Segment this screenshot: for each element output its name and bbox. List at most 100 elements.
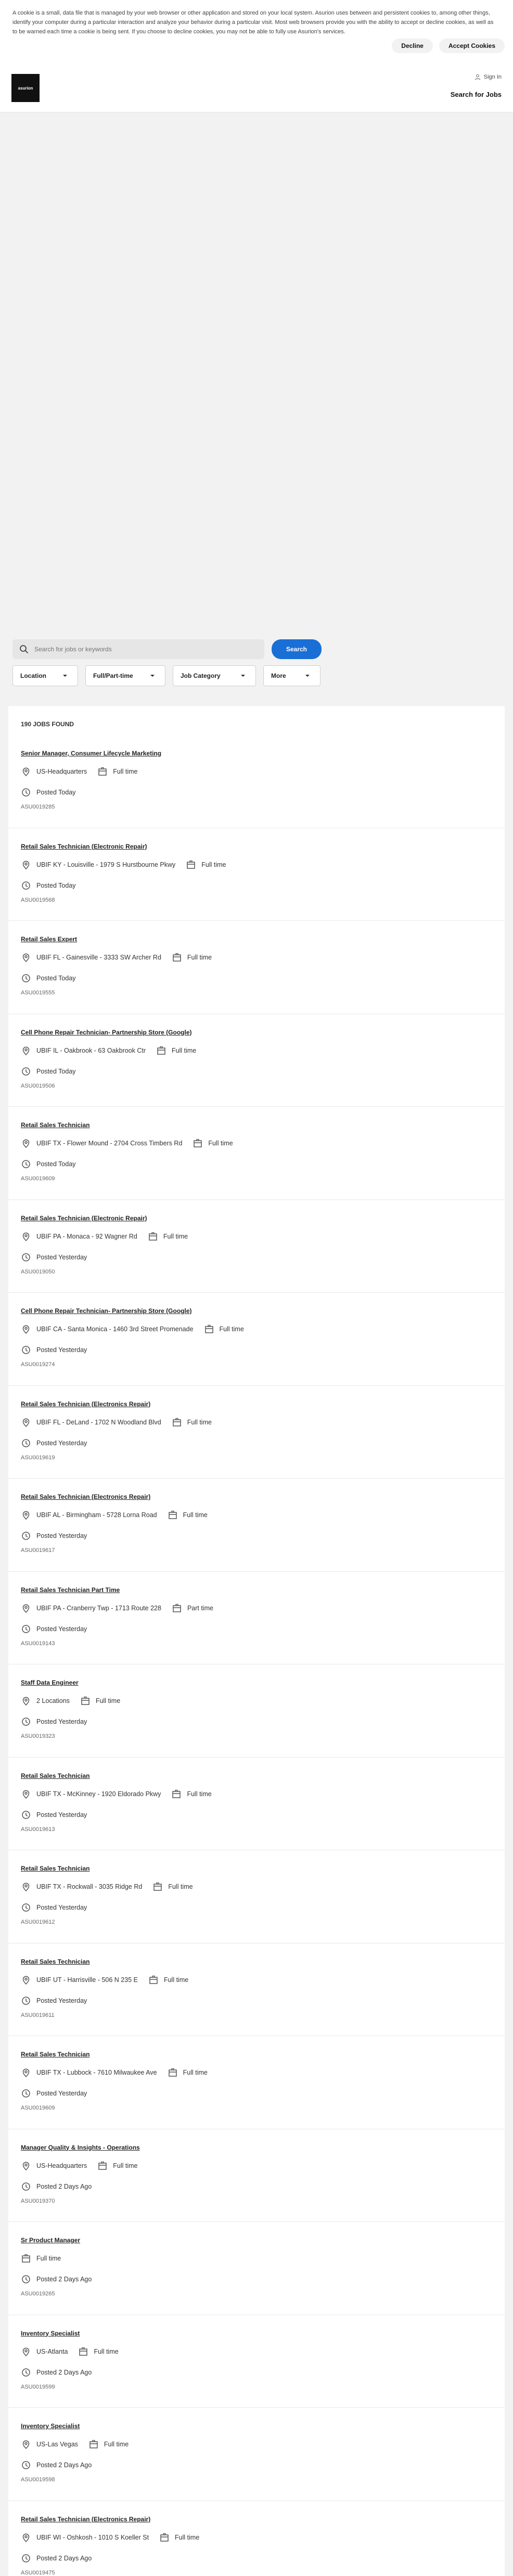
job-posted-text: Posted Yesterday xyxy=(36,1346,87,1354)
job-type-text: Full time xyxy=(36,2255,61,2262)
job-title-link[interactable]: Manager Quality & Insights - Operations xyxy=(21,2144,492,2155)
job-meta: UBIF IL - Oakbrook - 63 Oakbrook Ctr Ful… xyxy=(21,1040,492,1061)
job-location: UBIF AL - Birmingham - 5728 Lorna Road xyxy=(21,1510,157,1520)
job-id: ASU0019598 xyxy=(21,2477,55,2483)
building-icon xyxy=(152,1882,163,1892)
job-title-link[interactable]: Retail Sales Technician (Electronic Repa… xyxy=(21,843,492,854)
chevron-down-icon xyxy=(302,671,313,681)
job-id: ASU0019274 xyxy=(21,1361,55,1368)
cookie-banner: A cookie is a small, data file that is m… xyxy=(0,0,513,58)
chevron-down-icon xyxy=(147,671,158,681)
job-title-link[interactable]: Retail Sales Technician (Electronics Rep… xyxy=(21,1400,492,1412)
search-input[interactable] xyxy=(34,646,253,653)
search-box[interactable] xyxy=(12,639,264,659)
job-posted-group: Posted Yesterday xyxy=(21,1531,87,1541)
building-icon xyxy=(159,2532,170,2543)
job-title-link[interactable]: Staff Data Engineer xyxy=(21,1679,492,1690)
filter-job-category[interactable]: Job Category xyxy=(173,665,256,686)
job-card: Cell Phone Repair Technician- Partnershi… xyxy=(8,1293,505,1386)
job-type: Full time xyxy=(172,952,212,963)
job-posted-group: Posted 2 Days Ago xyxy=(21,2274,92,2284)
filter-more[interactable]: More xyxy=(263,665,320,686)
location-pin-icon xyxy=(21,1417,31,1428)
building-icon xyxy=(148,1231,158,1242)
job-card: Retail Sales Technician Part Time UBIF P… xyxy=(8,1572,505,1664)
job-title-link[interactable]: Sr Product Manager xyxy=(21,2237,492,2248)
building-icon xyxy=(171,1789,182,1799)
job-title-link[interactable]: Retail Sales Technician xyxy=(21,1865,492,1876)
job-posted-group: Posted Yesterday xyxy=(21,1810,87,1820)
cookie-buttons: Decline Accept Cookies xyxy=(392,39,505,53)
job-type-text: Full time xyxy=(187,954,212,961)
clock-icon xyxy=(21,1902,31,1913)
job-title-link[interactable]: Retail Sales Technician Part Time xyxy=(21,1586,492,1598)
job-title-link[interactable]: Retail Sales Technician (Electronics Rep… xyxy=(21,1493,492,1505)
job-title-link[interactable]: Inventory Specialist xyxy=(21,2422,492,2434)
hero-banner xyxy=(0,112,513,633)
job-location: UBIF FL - Gainesville - 3333 SW Archer R… xyxy=(21,952,161,963)
site-header: asurion Sign In Search for Jobs xyxy=(0,58,513,112)
building-icon xyxy=(97,2161,108,2171)
decline-cookies-button[interactable]: Decline xyxy=(392,39,433,53)
filter-location[interactable]: Location xyxy=(12,665,78,686)
job-location: UBIF KY - Louisville - 1979 S Hurstbourn… xyxy=(21,860,175,870)
job-posted-text: Posted Yesterday xyxy=(36,1718,87,1725)
job-title-link[interactable]: Cell Phone Repair Technician- Partnershi… xyxy=(21,1029,492,1040)
search-button[interactable]: Search xyxy=(272,639,322,659)
job-title-link[interactable]: Retail Sales Technician xyxy=(21,1958,492,1969)
job-type: Full time xyxy=(168,1510,208,1520)
job-id: ASU0019613 xyxy=(21,1826,55,1833)
job-type-text: Full time xyxy=(94,2347,119,2355)
job-posted-group: Posted Today xyxy=(21,880,76,891)
clock-icon xyxy=(21,1252,31,1262)
building-icon xyxy=(168,2067,178,2078)
job-type: Full time xyxy=(21,2253,61,2264)
job-posted: Posted Yesterday xyxy=(21,2083,492,2104)
job-posted-group: Posted Today xyxy=(21,1159,76,1169)
location-pin-icon xyxy=(21,1231,31,1242)
job-posted-text: Posted Today xyxy=(36,881,76,889)
job-title-link[interactable]: Retail Sales Technician (Electronics Rep… xyxy=(21,2516,492,2527)
job-posted-text: Posted Today xyxy=(36,1160,76,1168)
job-id: ASU0019611 xyxy=(21,2012,55,2018)
clock-icon xyxy=(21,1159,31,1169)
job-location-text: UBIF UT - Harrisville - 506 N 235 E xyxy=(36,1976,138,1984)
building-icon xyxy=(21,2253,31,2264)
location-pin-icon xyxy=(21,860,31,870)
asurion-logo[interactable]: asurion xyxy=(11,74,40,102)
clock-icon xyxy=(21,2553,31,2564)
job-title-link[interactable]: Inventory Specialist xyxy=(21,2330,492,2341)
filter-full-part-time[interactable]: Full/Part-time xyxy=(85,665,165,686)
job-title-link[interactable]: Retail Sales Expert xyxy=(21,936,492,947)
job-location-text: UBIF TX - Rockwall - 3035 Ridge Rd xyxy=(36,1883,143,1890)
job-card: Cell Phone Repair Technician- Partnershi… xyxy=(8,1014,505,1107)
clock-icon xyxy=(21,1345,31,1355)
job-type: Full time xyxy=(168,2067,208,2078)
accept-cookies-button[interactable]: Accept Cookies xyxy=(439,39,505,53)
job-title-link[interactable]: Retail Sales Technician xyxy=(21,1772,492,1784)
job-type: Full time xyxy=(156,1045,196,1056)
job-posted-text: Posted Yesterday xyxy=(36,1253,87,1261)
job-posted: Posted Today xyxy=(21,968,492,989)
job-title-link[interactable]: Cell Phone Repair Technician- Partnershi… xyxy=(21,1307,492,1319)
job-type: Full time xyxy=(193,1138,233,1148)
search-for-jobs-link[interactable]: Search for Jobs xyxy=(451,91,502,98)
job-title-link[interactable]: Senior Manager, Consumer Lifecycle Marke… xyxy=(21,750,492,761)
job-card: Retail Sales Technician UBIF TX - McKinn… xyxy=(8,1758,505,1850)
job-title-link[interactable]: Retail Sales Technician xyxy=(21,1121,492,1133)
job-type-text: Full time xyxy=(187,1790,212,1798)
job-title-link[interactable]: Retail Sales Technician xyxy=(21,2051,492,2062)
job-location: UBIF PA - Cranberry Twp - 1713 Route 228 xyxy=(21,1603,161,1613)
job-location: UBIF FL - DeLand - 1702 N Woodland Blvd xyxy=(21,1417,161,1428)
job-type: Part time xyxy=(172,1603,213,1613)
job-card: Inventory Specialist US-Las Vegas Full t… xyxy=(8,2408,505,2501)
chevron-down-icon xyxy=(238,671,248,681)
cookie-text: A cookie is a small, data file that is m… xyxy=(12,10,494,35)
job-location: UBIF TX - Lubbock - 7610 Milwaukee Ave xyxy=(21,2067,157,2078)
location-pin-icon xyxy=(21,1510,31,1520)
sign-in-link[interactable]: Sign In xyxy=(474,74,502,80)
job-type-text: Full time xyxy=(104,2441,129,2448)
job-type-text: Full time xyxy=(172,1046,197,1054)
job-title-link[interactable]: Retail Sales Technician (Electronic Repa… xyxy=(21,1215,492,1226)
job-results: 190 JOBS FOUND Senior Manager, Consumer … xyxy=(8,706,505,2576)
